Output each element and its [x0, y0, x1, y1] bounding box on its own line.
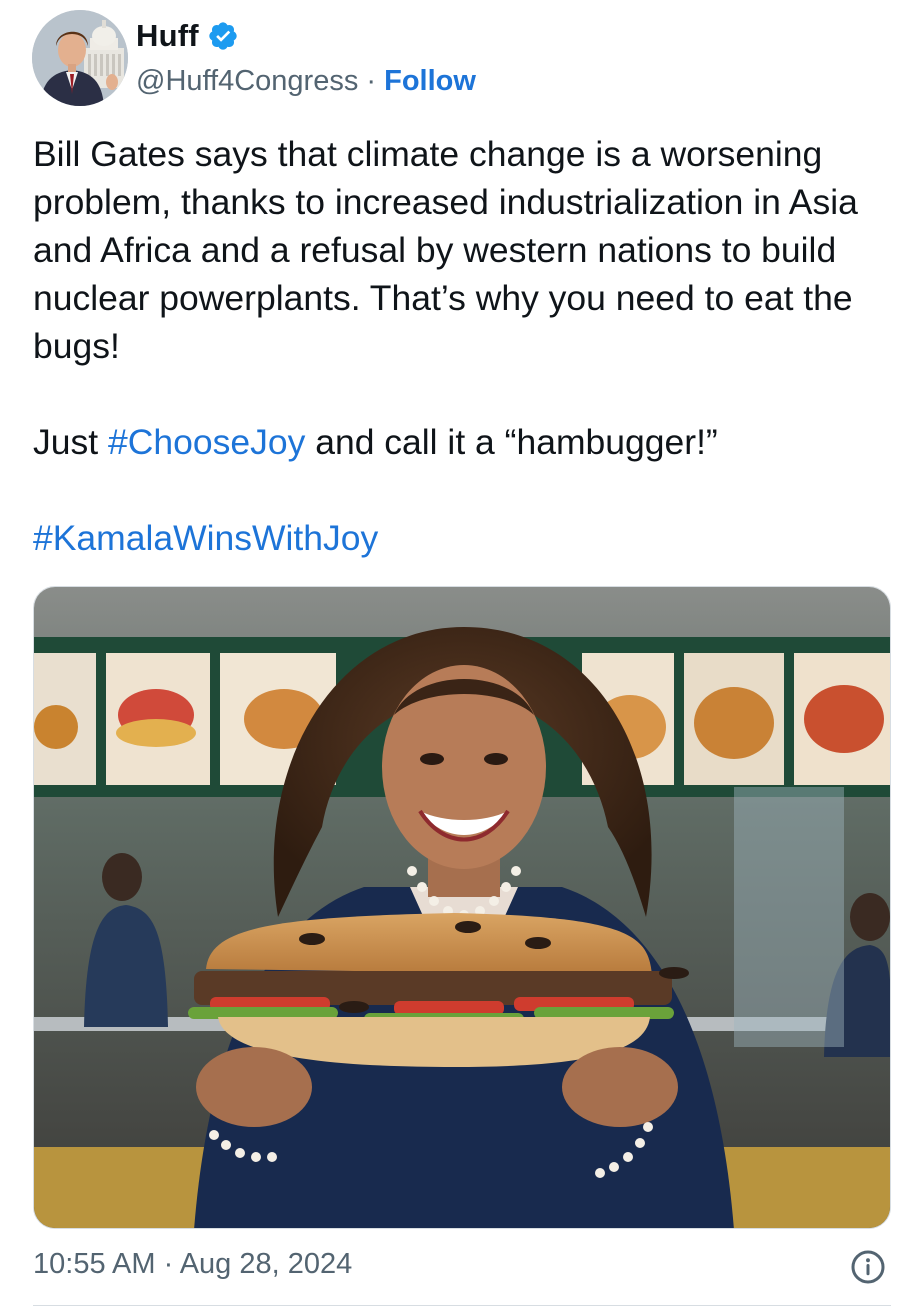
follow-button[interactable]: Follow — [384, 65, 476, 97]
tweet-paragraph-1: Bill Gates says that climate change is a… — [33, 134, 858, 366]
avatar[interactable] — [32, 10, 128, 106]
author-display-name[interactable]: Huff — [136, 18, 199, 54]
tweet-timestamp[interactable]: 10:55 AM · Aug 28, 2024 — [33, 1248, 352, 1281]
handle-separator: · — [358, 65, 385, 97]
avatar-image — [32, 10, 128, 106]
tweet-media-photo[interactable] — [33, 586, 891, 1229]
tweet-paragraph-2: Just #ChooseJoy and call it a “hambugger… — [33, 418, 893, 466]
verified-badge-icon — [207, 20, 239, 52]
info-circle-icon[interactable] — [850, 1249, 886, 1285]
tweet-paragraph-2-suffix: and call it a “hambugger!” — [305, 422, 718, 462]
hashtag-kamalawinswithjoy[interactable]: #KamalaWinsWithJoy — [33, 518, 378, 558]
tweet-divider — [33, 1305, 891, 1306]
tweet-paragraph-3: #KamalaWinsWithJoy — [33, 514, 893, 562]
timestamp-separator: · — [155, 1248, 180, 1280]
author-handle-row: @Huff4Congress · Follow — [136, 65, 476, 98]
tweet-header: Huff @Huff4Congress · Follow — [32, 10, 892, 106]
photo-image — [34, 587, 890, 1228]
author-handle[interactable]: @Huff4Congress — [136, 65, 358, 97]
tweet-body: Bill Gates says that climate change is a… — [33, 130, 893, 562]
tweet-time: 10:55 AM — [33, 1248, 156, 1280]
tweet-paragraph-2-prefix: Just — [33, 422, 108, 462]
hashtag-choosejoy[interactable]: #ChooseJoy — [108, 422, 305, 462]
tweet-date: Aug 28, 2024 — [179, 1248, 353, 1280]
author-name-row: Huff — [136, 16, 239, 56]
